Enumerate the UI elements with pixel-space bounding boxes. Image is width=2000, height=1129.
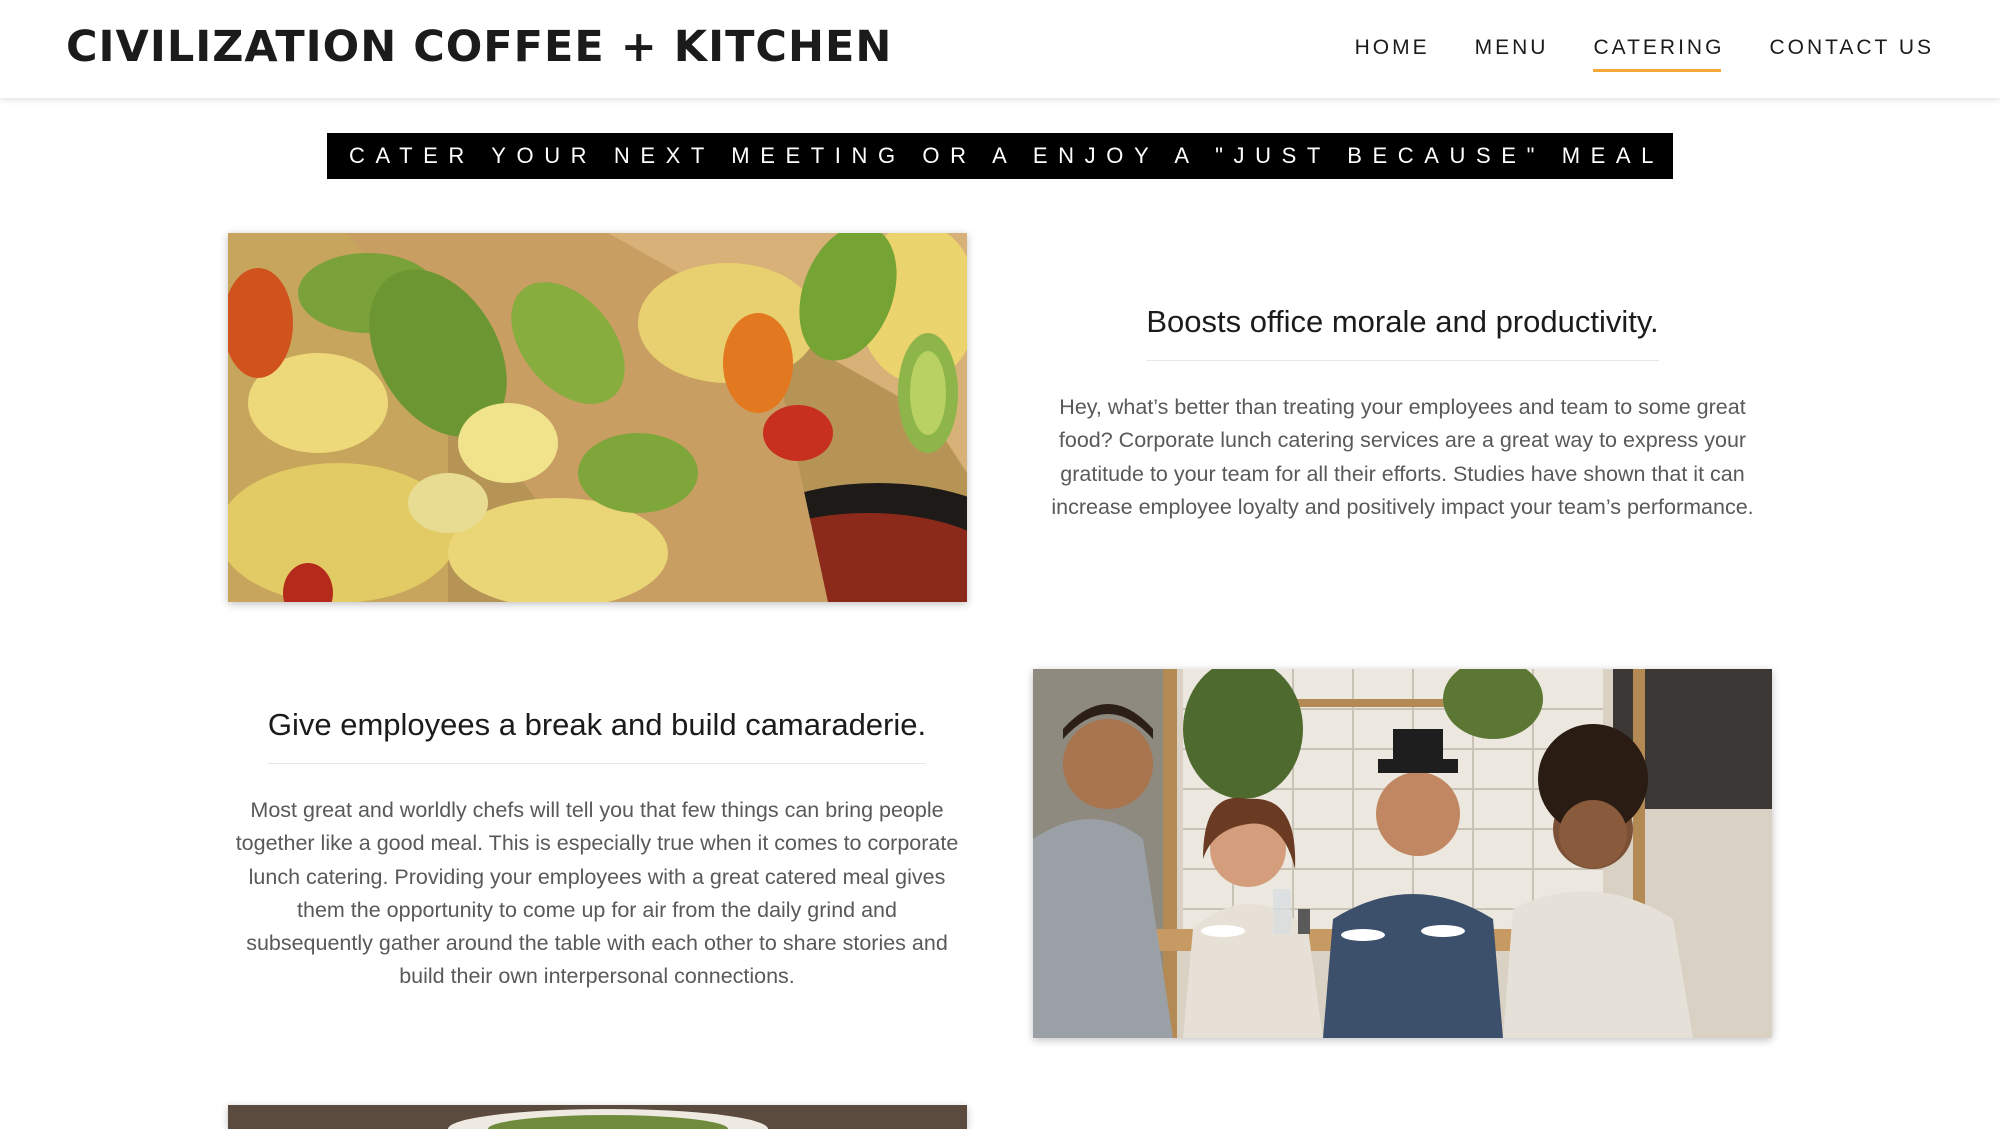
feature-camaraderie: Give employees a break and build camarad… xyxy=(216,707,978,994)
text-line: food? Corporate lunch catering services … xyxy=(1058,428,1747,453)
feature-camaraderie-text: Most great and worldly chefs will tell y… xyxy=(216,794,978,994)
feature-morale-title: Boosts office morale and productivity. xyxy=(1146,304,1659,361)
text-line: Hey, what’s better than treating your em… xyxy=(1059,395,1746,419)
text-line: build their own interpersonal connection… xyxy=(399,964,795,989)
site-header: CIVILIZATION COFFEE + KITCHEN HOME MENU … xyxy=(0,0,2000,98)
text-line: lunch catering. Providing your employees… xyxy=(248,864,946,889)
tagline-banner: CATER YOUR NEXT MEETING OR A ENJOY A "JU… xyxy=(326,133,1674,179)
text-line: increase employee loyalty and positively… xyxy=(1051,494,1754,519)
feature-morale-text: Hey, what’s better than treating your em… xyxy=(1020,391,1785,524)
text-line: subsequently gather around the table wit… xyxy=(246,931,948,956)
text-line: them the opportunity to come up for air … xyxy=(297,897,897,922)
nav-home[interactable]: HOME xyxy=(1355,36,1430,72)
text-line: gratitude to your team for all their eff… xyxy=(1060,461,1745,486)
tagline-container: CATER YOUR NEXT MEETING OR A ENJOY A "JU… xyxy=(0,133,2000,179)
friends-cafe-photo xyxy=(1033,669,1772,1038)
breakfast-taco-photo xyxy=(228,233,967,602)
nav-contact-us[interactable]: CONTACT US xyxy=(1769,36,1934,72)
main-nav: HOME MENU CATERING CONTACT US xyxy=(1355,36,1934,72)
nav-catering[interactable]: CATERING xyxy=(1593,36,1724,72)
site-title[interactable]: CIVILIZATION COFFEE + KITCHEN xyxy=(66,22,892,72)
feature-morale: Boosts office morale and productivity. H… xyxy=(1020,304,1785,524)
salad-photo xyxy=(228,1105,967,1129)
nav-menu[interactable]: MENU xyxy=(1475,36,1549,72)
text-line: together like a good meal. This is espec… xyxy=(235,831,959,856)
text-line: Most great and worldly chefs will tell y… xyxy=(250,798,944,822)
feature-camaraderie-title: Give employees a break and build camarad… xyxy=(267,707,927,764)
